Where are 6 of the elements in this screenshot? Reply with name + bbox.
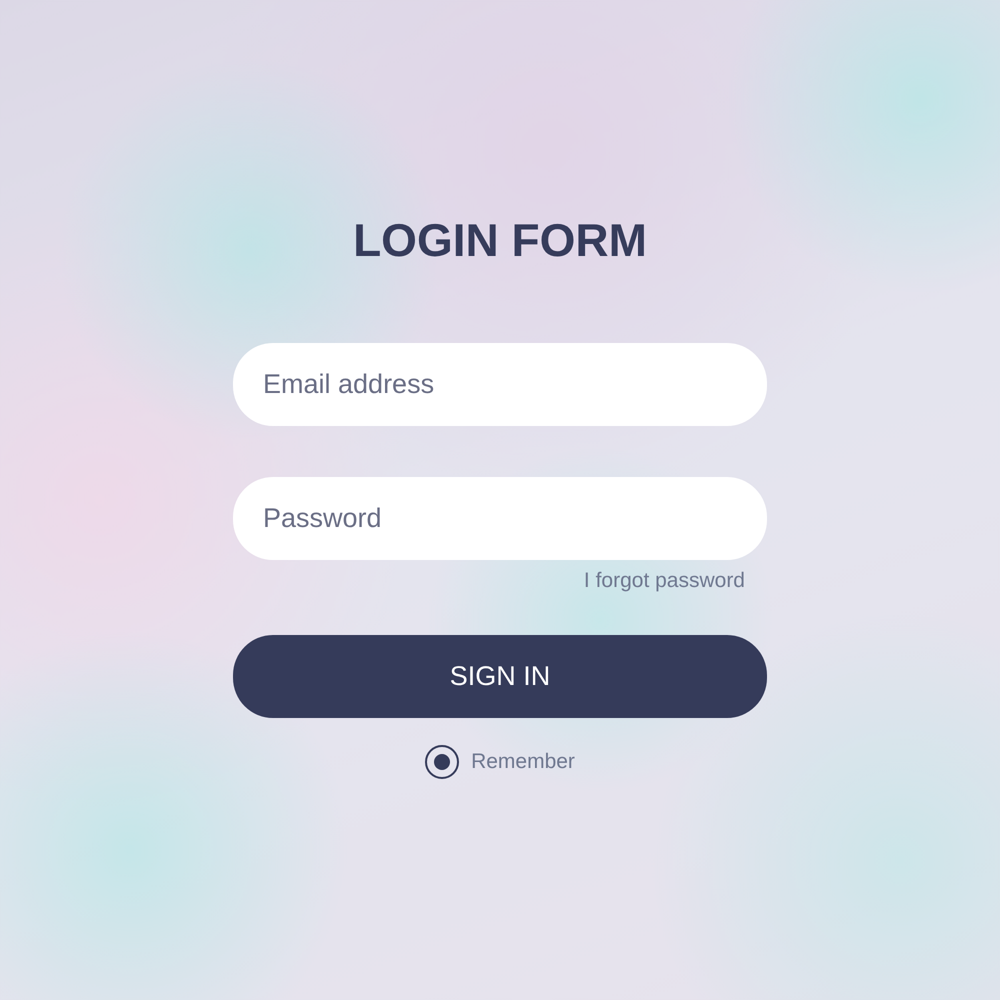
form-title: LOGIN FORM bbox=[353, 213, 647, 268]
radio-button[interactable] bbox=[425, 745, 460, 779]
sign-in-button[interactable]: SIGN IN bbox=[233, 635, 767, 718]
password-field[interactable]: Password bbox=[233, 477, 767, 560]
remember-label: Remember bbox=[471, 750, 575, 774]
email-field[interactable]: Email address bbox=[233, 343, 767, 426]
